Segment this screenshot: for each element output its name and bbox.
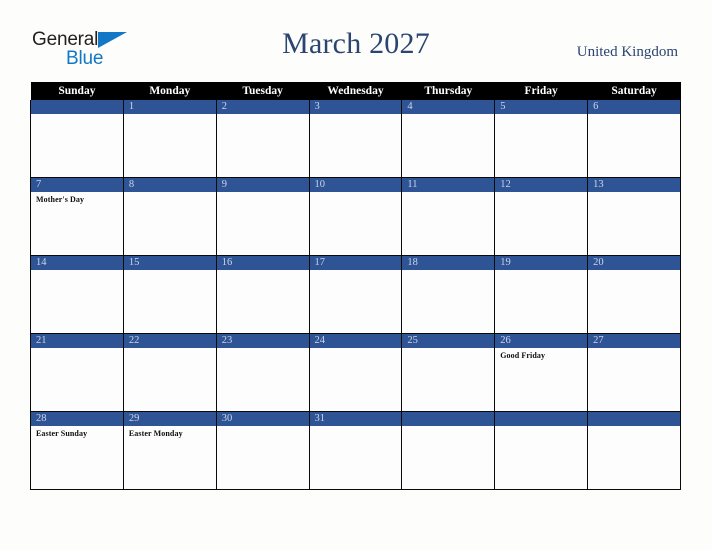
day-number: 10 (309, 178, 402, 192)
calendar-day-cell[interactable]: 25 (401, 333, 496, 412)
day-number: 6 (588, 100, 680, 114)
calendar-day-cell[interactable]: 26 Good Friday (494, 333, 589, 412)
calendar-day-cell[interactable]: 24 (308, 333, 403, 412)
weekday-header-monday: Monday (123, 82, 217, 100)
calendar-day-cell[interactable]: 19 (494, 255, 589, 334)
day-number: 4 (402, 100, 495, 114)
day-number: 22 (123, 334, 216, 348)
weekday-header-friday: Friday (494, 82, 588, 100)
calendar-week-row: 1 2 3 4 5 6 (30, 100, 681, 178)
day-number: 8 (123, 178, 216, 192)
calendar-day-cell[interactable]: 23 (215, 333, 310, 412)
day-number: 30 (216, 412, 309, 426)
weekday-header-wednesday: Wednesday (309, 82, 402, 100)
calendar-week-row: 28 Easter Sunday 29 Easter Monday 30 31 (30, 411, 681, 490)
day-number: 2 (216, 100, 309, 114)
calendar-day-cell[interactable]: 21 (30, 333, 124, 412)
day-number: 29 (123, 412, 216, 426)
day-number: 15 (123, 256, 216, 270)
calendar-day-cell[interactable]: 13 (587, 177, 681, 256)
calendar-day-cell[interactable]: 3 (308, 100, 403, 178)
day-number: 19 (495, 256, 588, 270)
holiday-label: Easter Sunday (36, 429, 88, 438)
day-number: 20 (588, 256, 680, 270)
calendar-day-cell[interactable]: 12 (494, 177, 589, 256)
calendar-day-cell[interactable]: 5 (494, 100, 589, 178)
calendar-day-cell[interactable]: 7 Mother's Day (30, 177, 124, 256)
weekday-header-row: Sunday Monday Tuesday Wednesday Thursday… (30, 82, 681, 100)
calendar-day-cell[interactable]: 27 (587, 333, 681, 412)
calendar-day-cell[interactable]: 17 (308, 255, 403, 334)
calendar-day-cell[interactable]: 11 (401, 177, 496, 256)
calendar-day-cell[interactable]: 31 (308, 411, 403, 490)
calendar-day-cell[interactable]: 1 (122, 100, 217, 178)
calendar-week-row: 21 22 23 24 25 26 Good Friday 27 (30, 333, 681, 412)
day-number: 11 (402, 178, 495, 192)
calendar-day-cell[interactable]: 4 (401, 100, 496, 178)
day-number (495, 412, 588, 426)
day-number: 12 (495, 178, 588, 192)
calendar-day-cell[interactable]: 30 (215, 411, 310, 490)
calendar-day-cell[interactable]: 28 Easter Sunday (30, 411, 124, 490)
calendar-grid: Sunday Monday Tuesday Wednesday Thursday… (30, 82, 681, 490)
calendar-day-cell[interactable]: 10 (308, 177, 403, 256)
calendar-body: 1 2 3 4 5 6 7 Mother's Day 8 9 10 11 12 1… (30, 100, 681, 490)
calendar-page: General Blue March 2027 United Kingdom S… (0, 0, 712, 550)
calendar-week-row: 14 15 16 17 18 19 20 (30, 255, 681, 334)
country-label: United Kingdom (576, 44, 678, 60)
calendar-day-cell[interactable]: 14 (30, 255, 124, 334)
weekday-header-saturday: Saturday (587, 82, 681, 100)
calendar-day-cell[interactable]: 22 (122, 333, 217, 412)
weekday-header-thursday: Thursday (401, 82, 495, 100)
day-number: 9 (216, 178, 309, 192)
day-number: 31 (309, 412, 402, 426)
weekday-header-sunday: Sunday (30, 82, 124, 100)
day-number: 5 (495, 100, 588, 114)
calendar-day-cell[interactable]: 9 (215, 177, 310, 256)
day-number: 13 (588, 178, 680, 192)
day-number (588, 412, 680, 426)
day-number: 21 (31, 334, 123, 348)
calendar-day-cell[interactable]: 16 (215, 255, 310, 334)
day-number: 7 (31, 178, 123, 192)
calendar-day-cell[interactable] (587, 411, 681, 490)
day-number (402, 412, 495, 426)
weekday-header-tuesday: Tuesday (216, 82, 310, 100)
holiday-label: Mother's Day (36, 195, 85, 204)
day-number: 18 (402, 256, 495, 270)
day-number: 25 (402, 334, 495, 348)
day-number: 23 (216, 334, 309, 348)
calendar-day-cell[interactable]: 15 (122, 255, 217, 334)
calendar-day-cell[interactable]: 6 (587, 100, 681, 178)
day-number (31, 100, 123, 114)
calendar-day-cell[interactable] (30, 100, 124, 178)
calendar-day-cell[interactable] (494, 411, 589, 490)
day-number: 28 (31, 412, 123, 426)
day-number: 26 (495, 334, 588, 348)
calendar-day-cell[interactable] (401, 411, 496, 490)
calendar-day-cell[interactable]: 29 Easter Monday (122, 411, 217, 490)
calendar-day-cell[interactable]: 8 (122, 177, 217, 256)
holiday-label: Easter Monday (128, 429, 183, 438)
day-number: 1 (123, 100, 216, 114)
day-number: 3 (309, 100, 402, 114)
day-number: 17 (309, 256, 402, 270)
day-number: 24 (309, 334, 402, 348)
day-number: 27 (588, 334, 680, 348)
calendar-day-cell[interactable]: 2 (215, 100, 310, 178)
day-number: 14 (31, 256, 123, 270)
calendar-day-cell[interactable]: 18 (401, 255, 496, 334)
page-header: General Blue March 2027 United Kingdom (0, 0, 712, 82)
day-number: 16 (216, 256, 309, 270)
holiday-label: Good Friday (500, 351, 546, 360)
calendar-day-cell[interactable]: 20 (587, 255, 681, 334)
calendar-week-row: 7 Mother's Day 8 9 10 11 12 13 (30, 177, 681, 256)
